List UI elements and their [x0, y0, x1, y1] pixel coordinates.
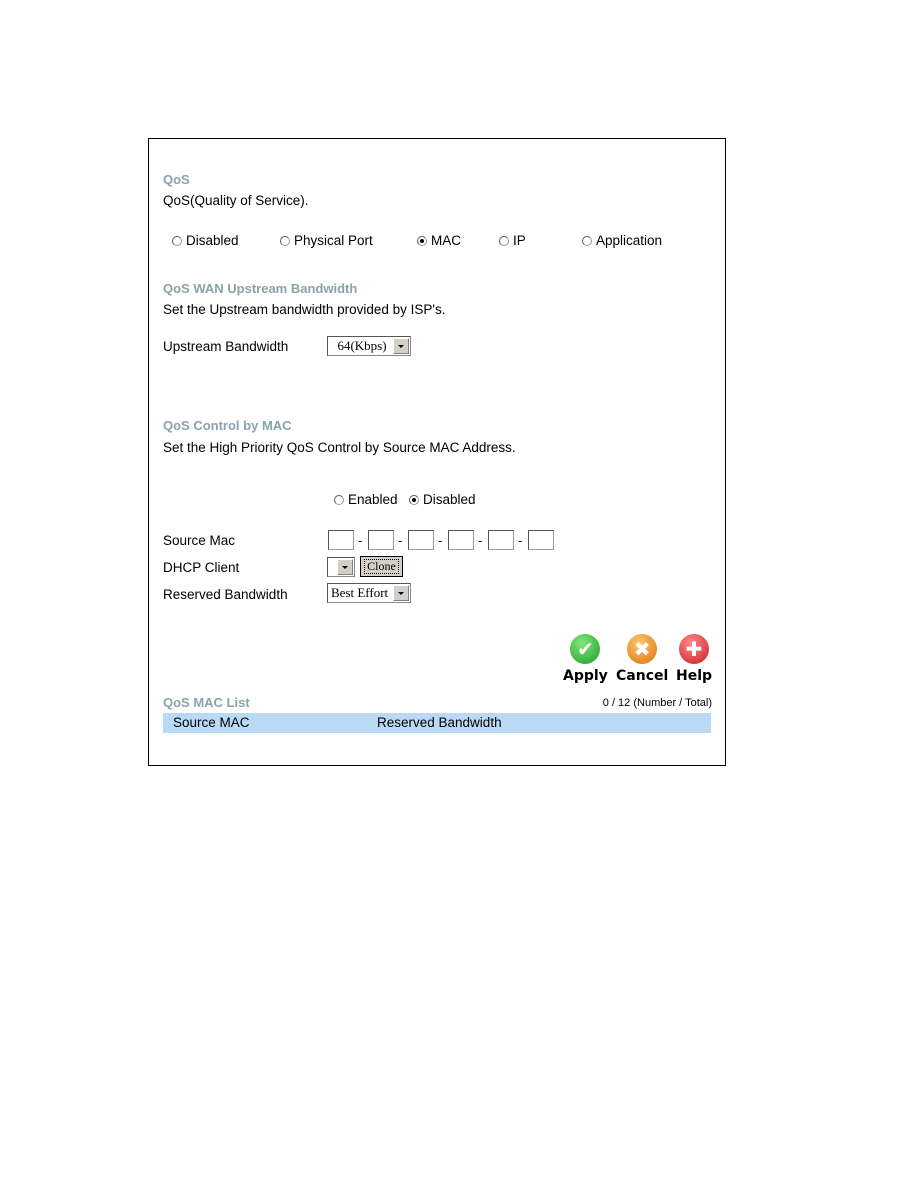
qos-mode-label: Disabled	[186, 233, 239, 248]
source-mac-octet-4[interactable]	[448, 530, 474, 550]
mac-separator: -	[398, 533, 403, 548]
chevron-down-icon[interactable]	[337, 559, 353, 575]
source-mac-octet-1[interactable]	[328, 530, 354, 550]
dhcp-client-select[interactable]	[327, 557, 355, 577]
upstream-bandwidth-value: 64(Kbps)	[337, 338, 387, 353]
checkmark-icon: ✔	[570, 634, 601, 664]
mac-separator: -	[478, 533, 483, 548]
mac-list-table-header: Source MAC Reserved Bandwidth	[163, 713, 711, 733]
upstream-heading: QoS WAN Upstream Bandwidth	[163, 281, 358, 296]
radio-checked-icon[interactable]	[409, 494, 419, 505]
radio-icon[interactable]	[280, 235, 290, 246]
chevron-down-icon[interactable]	[393, 338, 409, 354]
radio-icon[interactable]	[582, 235, 592, 246]
clone-button[interactable]: Clone	[360, 556, 403, 577]
plus-icon: ✚	[679, 634, 710, 664]
qos-mode-application[interactable]: Application	[582, 233, 662, 248]
reserved-bandwidth-select[interactable]: Best Effort	[327, 583, 411, 603]
upstream-bandwidth-label: Upstream Bandwidth	[163, 339, 289, 354]
mac-list-count: 0 / 12 (Number / Total)	[602, 697, 712, 709]
mac-control-enabled-label: Enabled	[348, 492, 398, 507]
mac-control-enabled[interactable]: Enabled	[334, 492, 398, 507]
mac-separator: -	[358, 533, 363, 548]
radio-icon[interactable]	[499, 235, 509, 246]
x-icon: ✖	[627, 634, 658, 664]
source-mac-octet-3[interactable]	[408, 530, 434, 550]
clone-button-label: Clone	[364, 559, 399, 574]
column-reserved-bandwidth: Reserved Bandwidth	[377, 715, 502, 730]
upstream-bandwidth-select[interactable]: 64(Kbps)	[327, 336, 411, 356]
radio-icon[interactable]	[172, 235, 182, 246]
mac-control-heading: QoS Control by MAC	[163, 418, 292, 433]
dhcp-client-label: DHCP Client	[163, 560, 240, 575]
source-mac-octet-5[interactable]	[488, 530, 514, 550]
upstream-description: Set the Upstream bandwidth provided by I…	[163, 302, 446, 317]
qos-mode-mac[interactable]: MAC	[417, 233, 461, 248]
mac-control-description: Set the High Priority QoS Control by Sou…	[163, 440, 516, 455]
mac-separator: -	[438, 533, 443, 548]
reserved-bandwidth-value: Best Effort	[331, 585, 389, 600]
qos-mode-disabled[interactable]: Disabled	[172, 233, 239, 248]
mac-control-disabled-label: Disabled	[423, 492, 476, 507]
qos-mode-label: MAC	[431, 233, 461, 248]
apply-label: Apply	[563, 668, 608, 684]
source-mac-octet-6[interactable]	[528, 530, 554, 550]
help-button[interactable]: ✚ Help	[676, 634, 712, 684]
cancel-label: Cancel	[616, 668, 669, 684]
qos-mode-label: IP	[513, 233, 526, 248]
apply-button[interactable]: ✔ Apply	[563, 634, 608, 684]
qos-mode-label: Application	[596, 233, 663, 248]
reserved-bandwidth-label: Reserved Bandwidth	[163, 587, 288, 602]
source-mac-label: Source Mac	[163, 533, 236, 548]
mac-separator: -	[518, 533, 523, 548]
column-source-mac: Source MAC	[173, 715, 250, 730]
qos-description: QoS(Quality of Service).	[163, 193, 309, 208]
chevron-down-icon[interactable]	[393, 585, 409, 601]
qos-mode-ip[interactable]: IP	[499, 233, 526, 248]
mac-control-disabled[interactable]: Disabled	[409, 492, 476, 507]
qos-heading: QoS	[163, 172, 190, 187]
qos-mode-physical-port[interactable]: Physical Port	[280, 233, 373, 248]
radio-icon[interactable]	[334, 494, 344, 505]
source-mac-octet-2[interactable]	[368, 530, 394, 550]
radio-checked-icon[interactable]	[417, 235, 427, 246]
cancel-button[interactable]: ✖ Cancel	[616, 634, 668, 684]
qos-mode-label: Physical Port	[294, 233, 373, 248]
mac-list-heading: QoS MAC List	[163, 695, 250, 710]
help-label: Help	[676, 668, 713, 684]
